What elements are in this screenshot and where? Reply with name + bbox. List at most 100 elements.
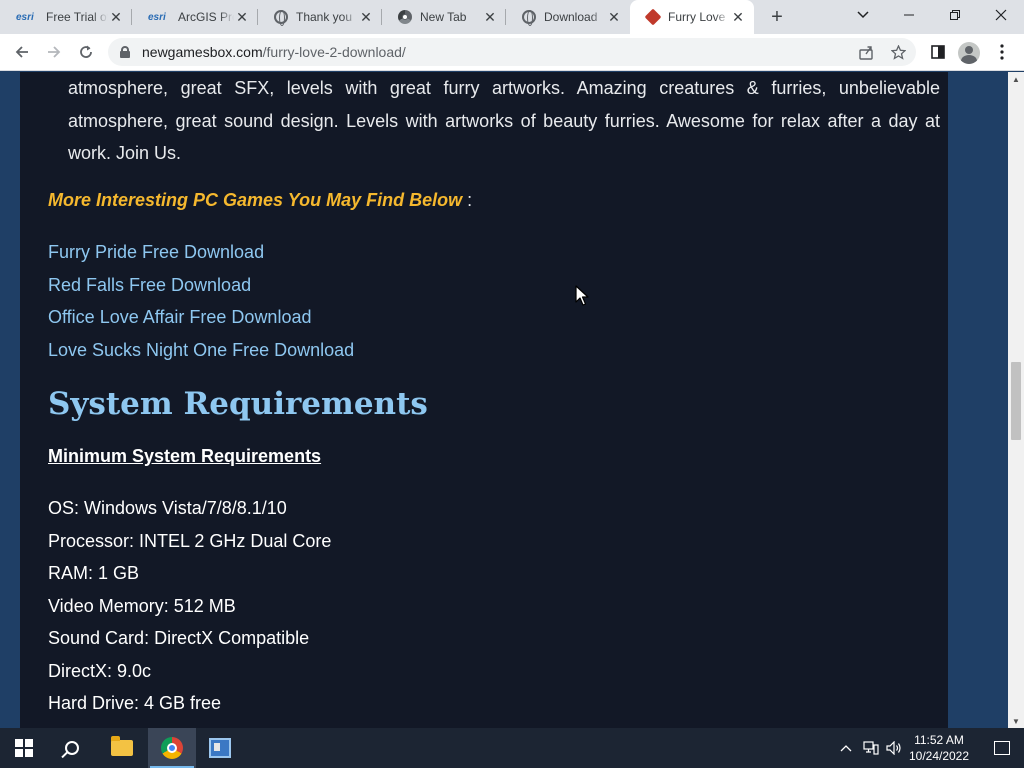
kebab-menu-icon: [1000, 44, 1004, 60]
clock-time: 11:52 AM: [914, 733, 964, 747]
game-description: atmosphere, great SFX, levels with great…: [68, 72, 940, 170]
restore-icon: [950, 10, 960, 20]
clock-date: 10/24/2022: [908, 749, 970, 763]
minimum-requirements-heading: Minimum System Requirements: [48, 446, 322, 466]
windows-start-icon: [15, 739, 33, 757]
related-game-link[interactable]: Love Sucks Night One Free Download: [48, 340, 354, 373]
file-explorer-button[interactable]: [98, 728, 146, 768]
windows-taskbar: 11:52 AM 10/24/2022: [0, 728, 1024, 768]
close-icon[interactable]: ✕: [234, 9, 250, 25]
description-line: atmosphere, great sound design. Levels w…: [68, 110, 940, 131]
description-line: work. Join Us.: [68, 143, 182, 163]
esri-icon: esri: [148, 11, 166, 23]
mouse-cursor-icon: [575, 285, 589, 306]
lock-icon: [120, 46, 130, 58]
requirement-item: Video Memory: 512 MB: [48, 595, 236, 616]
tab-title: Furry Love: [668, 10, 726, 24]
chevron-down-icon: [857, 11, 869, 19]
app-icon: [209, 738, 231, 758]
tab-strip: esri Free Trial of ✕ esri ArcGIS Pro ✕ T…: [0, 0, 1024, 34]
tab-title: Download: [544, 10, 598, 24]
tab-title: Free Trial of: [46, 10, 108, 24]
tab-thank-you[interactable]: Thank you ✕: [258, 0, 382, 34]
globe-icon: [522, 10, 536, 26]
network-button[interactable]: [860, 728, 882, 768]
restore-button[interactable]: [932, 0, 978, 30]
page-scrollbar[interactable]: ▲ ▼: [1008, 72, 1024, 728]
related-game-link[interactable]: Red Falls Free Download: [48, 275, 354, 308]
side-panel-button[interactable]: [924, 38, 952, 66]
show-hidden-icons-button[interactable]: [836, 728, 856, 768]
back-button[interactable]: [8, 38, 36, 66]
globe-icon: [274, 10, 288, 26]
related-game-link[interactable]: Office Love Affair Free Download: [48, 307, 354, 340]
chrome-icon: [398, 10, 412, 24]
requirement-item: Processor: INTEL 2 GHz Dual Core: [48, 530, 332, 551]
profile-avatar[interactable]: [958, 42, 980, 64]
share-icon[interactable]: [858, 44, 874, 60]
file-explorer-icon: [111, 736, 133, 756]
action-center-button[interactable]: [980, 728, 1024, 768]
close-icon[interactable]: ✕: [730, 9, 746, 25]
tab-new-tab[interactable]: New Tab ✕: [382, 0, 506, 34]
scroll-down-arrow-icon[interactable]: ▼: [1008, 714, 1024, 728]
close-icon[interactable]: ✕: [358, 9, 374, 25]
notification-icon: [994, 741, 1010, 755]
app-taskbar-button[interactable]: [196, 728, 244, 768]
requirement-item: Hard Drive: 4 GB free: [48, 693, 222, 713]
related-games-list: Furry Pride Free Download Red Falls Free…: [48, 242, 354, 372]
minimize-button[interactable]: [886, 0, 932, 30]
scroll-up-arrow-icon[interactable]: ▲: [1008, 72, 1024, 86]
more-games-heading-text: More Interesting PC Games You May Find B…: [48, 190, 463, 210]
address-bar[interactable]: newgamesbox.com/furry-love-2-download/: [108, 38, 916, 66]
close-icon[interactable]: ✕: [108, 9, 124, 25]
reload-button[interactable]: [72, 38, 100, 66]
requirement-item: RAM: 1 GB: [48, 563, 140, 583]
chrome-taskbar-button[interactable]: [148, 728, 196, 768]
side-panel-icon: [931, 45, 945, 59]
forward-button[interactable]: [40, 38, 68, 66]
taskbar-search-button[interactable]: [48, 728, 96, 768]
forward-arrow-icon: [48, 46, 61, 58]
close-icon[interactable]: ✕: [482, 9, 498, 25]
bookmark-star-icon[interactable]: [890, 44, 906, 60]
tab-title: Thank you: [296, 10, 353, 24]
reload-icon: [80, 45, 92, 58]
url-path: /furry-love-2-download/: [262, 44, 406, 60]
tab-free-trial[interactable]: esri Free Trial of ✕: [0, 0, 132, 34]
chrome-icon: [161, 737, 183, 759]
system-requirements-heading: System Requirements: [48, 386, 428, 422]
url-host: newgamesbox.com: [142, 44, 263, 60]
close-window-button[interactable]: [978, 0, 1024, 30]
chevron-up-icon: [840, 745, 852, 752]
tab-furry-love[interactable]: Furry Love ✕: [630, 0, 754, 34]
tab-download[interactable]: Download ✕: [506, 0, 630, 34]
tab-arcgis-pro[interactable]: esri ArcGIS Pro ✕: [132, 0, 258, 34]
minimize-icon: [904, 14, 914, 16]
more-games-heading: More Interesting PC Games You May Find B…: [48, 190, 472, 211]
requirement-item: Sound Card: DirectX Compatible: [48, 628, 310, 648]
requirement-item: OS: Windows Vista/7/8/8.1/10: [48, 498, 287, 518]
close-icon: [995, 9, 1007, 21]
back-arrow-icon: [15, 46, 28, 58]
game-cube-icon: [644, 8, 662, 26]
search-icon: [65, 741, 79, 755]
tab-title: New Tab: [420, 10, 467, 24]
close-icon[interactable]: ✕: [606, 9, 622, 25]
start-button[interactable]: [0, 728, 48, 768]
menu-button[interactable]: [988, 38, 1016, 66]
requirement-item: DirectX: 9.0c: [48, 660, 152, 681]
new-tab-button[interactable]: +: [766, 6, 788, 28]
scrollbar-thumb[interactable]: [1011, 362, 1021, 440]
page-viewport: atmosphere, great SFX, levels with great…: [0, 72, 1008, 728]
description-line: atmosphere, great SFX, levels with great…: [68, 78, 940, 98]
tab-title: ArcGIS Pro: [178, 10, 234, 24]
requirements-list: OS: Windows Vista/7/8/8.1/10 Processor: …: [48, 498, 331, 726]
esri-icon: esri: [16, 11, 34, 23]
related-game-link[interactable]: Furry Pride Free Download: [48, 242, 354, 275]
more-games-colon: :: [462, 190, 473, 210]
url-text: newgamesbox.com/furry-love-2-download/: [142, 44, 406, 60]
browser-toolbar: newgamesbox.com/furry-love-2-download/: [0, 34, 1024, 71]
tab-search-button[interactable]: [840, 0, 886, 30]
system-clock[interactable]: 11:52 AM 10/24/2022: [900, 732, 978, 764]
